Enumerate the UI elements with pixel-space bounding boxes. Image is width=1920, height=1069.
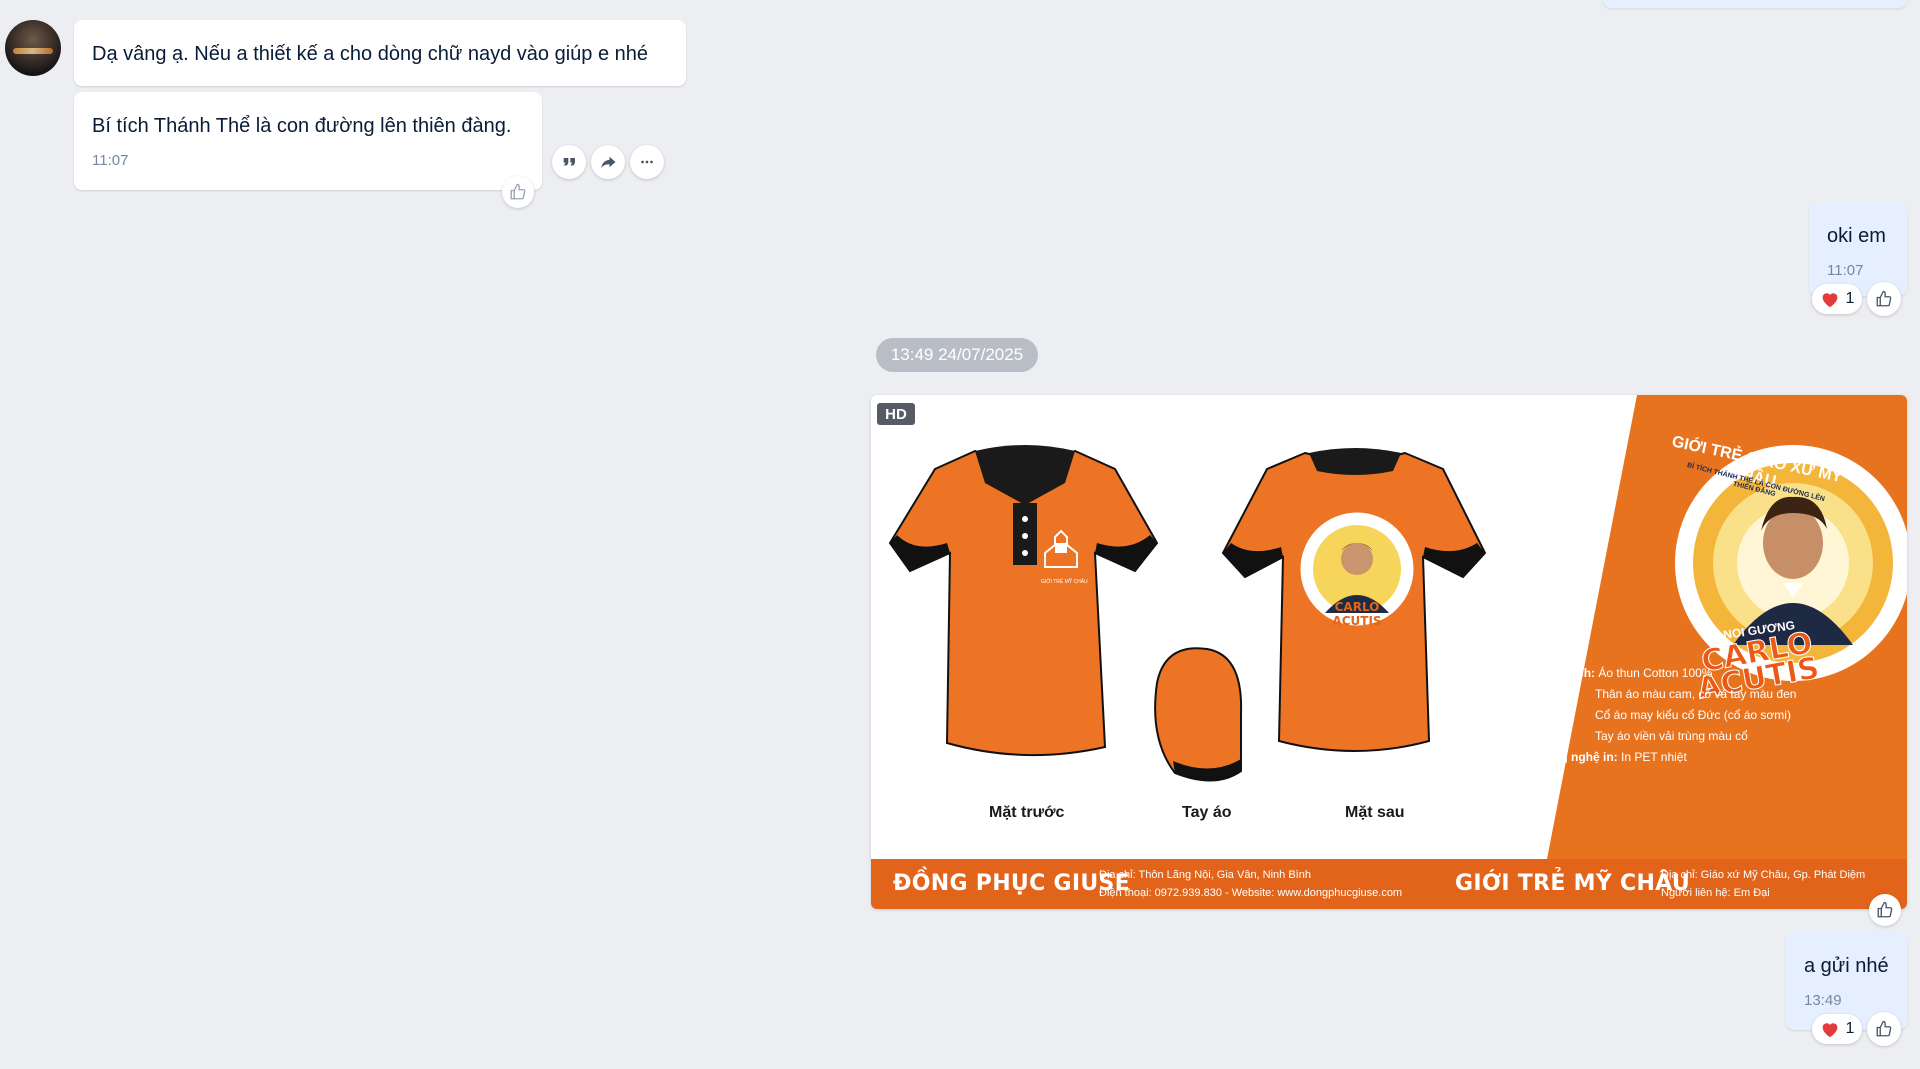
- like-button[interactable]: [1867, 282, 1901, 316]
- image-footer: ĐỒNG PHỤC GIUSE Địa chỉ: Thôn Lãng Nội, …: [871, 859, 1907, 909]
- like-button[interactable]: [502, 176, 534, 208]
- like-icon: [1876, 1020, 1892, 1037]
- footer-right-line2: Người liên hệ: Em Đại: [1661, 887, 1770, 899]
- more-icon: [641, 160, 653, 164]
- like-icon: [1877, 901, 1893, 918]
- image-message[interactable]: HD GIỚI TRẺ MỸ CHÂU CARLO ACUTIS Mặt trư…: [871, 395, 1907, 909]
- footer-brand-left: ĐỒNG PHỤC GIUSE: [893, 871, 1130, 896]
- message-time: 11:07: [1827, 262, 1864, 279]
- reaction-number: 1: [1845, 1020, 1855, 1037]
- front-logo-text: GIỚI TRẺ MỸ CHÂU: [1041, 579, 1088, 585]
- like-button[interactable]: [1869, 894, 1901, 926]
- spec-label: Quy cách:: [1537, 666, 1596, 680]
- like-icon: [510, 183, 526, 200]
- spec-line: In PET nhiệt: [1621, 750, 1687, 764]
- footer-brand-right: GIỚI TRẺ MỸ CHÂU: [1455, 871, 1690, 896]
- quote-button[interactable]: [552, 145, 586, 179]
- heart-icon: [1822, 293, 1837, 308]
- previous-message-edge: [1603, 0, 1907, 8]
- label-back: Mặt sau: [1345, 804, 1405, 821]
- outgoing-message[interactable]: oki em 11:07: [1809, 202, 1907, 296]
- footer-left-line1: Địa chỉ: Thôn Lãng Nội, Gia Vân, Ninh Bì…: [1099, 869, 1311, 881]
- hd-badge: HD: [877, 403, 915, 425]
- spec-line: Tay áo viền vải trùng màu cổ: [1595, 729, 1748, 743]
- reaction-count[interactable]: 1: [1812, 284, 1862, 314]
- more-button[interactable]: [630, 145, 664, 179]
- heart-icon: [1822, 1023, 1837, 1038]
- label-sleeve: Tay áo: [1182, 804, 1232, 821]
- shirt-front-illustration: [888, 445, 1159, 757]
- like-icon: [1876, 290, 1892, 307]
- contact-avatar[interactable]: [5, 20, 61, 76]
- share-button[interactable]: [591, 145, 625, 179]
- quote-icon: [563, 158, 575, 166]
- message-text: oki em: [1827, 225, 1886, 247]
- label-front: Mặt trước: [989, 804, 1065, 821]
- footer-left-line2: Điện thoại: 0972.939.830 - Website: www.…: [1099, 887, 1403, 899]
- date-separator: 13:49 24/07/2025: [876, 338, 1038, 372]
- spec-line: Áo thun Cotton 100%: [1598, 666, 1713, 680]
- message-time: 13:49: [1804, 992, 1842, 1009]
- footer-right-line1: Địa chỉ: Giáo xứ Mỹ Châu, Gp. Phát Diệm: [1661, 869, 1866, 881]
- footer-left-info: Địa chỉ: Thôn Lãng Nội, Gia Vân, Ninh Bì…: [1099, 866, 1402, 902]
- reaction-number: 1: [1845, 290, 1855, 307]
- shirt-back-illustration: CARLO ACUTIS: [1221, 448, 1487, 752]
- spec-line: Cổ áo may kiểu cổ Đức (cổ áo sơmi): [1595, 708, 1791, 722]
- spec-label: Công nghệ in:: [1537, 750, 1618, 764]
- like-button[interactable]: [1867, 1012, 1901, 1046]
- svg-text:CARLO: CARLO: [1335, 600, 1380, 614]
- message-text: Bí tích Thánh Thể là con đường lên thiên…: [92, 115, 512, 137]
- message-time: 11:07: [92, 152, 129, 169]
- incoming-message[interactable]: Bí tích Thánh Thể là con đường lên thiên…: [74, 92, 542, 190]
- spec-block: Quy cách: Áo thun Cotton 100% Thân áo mà…: [1537, 663, 1796, 768]
- svg-text:ACUTIS: ACUTIS: [1332, 614, 1381, 628]
- footer-right-info: Địa chỉ: Giáo xứ Mỹ Châu, Gp. Phát Diệm …: [1661, 866, 1865, 902]
- incoming-message[interactable]: Dạ vâng ạ. Nếu a thiết kế a cho dòng chữ…: [74, 20, 686, 86]
- reaction-count[interactable]: 1: [1812, 1014, 1862, 1044]
- message-text: Dạ vâng ạ. Nếu a thiết kế a cho dòng chữ…: [92, 43, 648, 65]
- message-text: a gửi nhé: [1804, 955, 1889, 977]
- spec-line: Thân áo màu cam, cổ và tay màu đen: [1595, 687, 1797, 701]
- share-icon: [601, 156, 616, 168]
